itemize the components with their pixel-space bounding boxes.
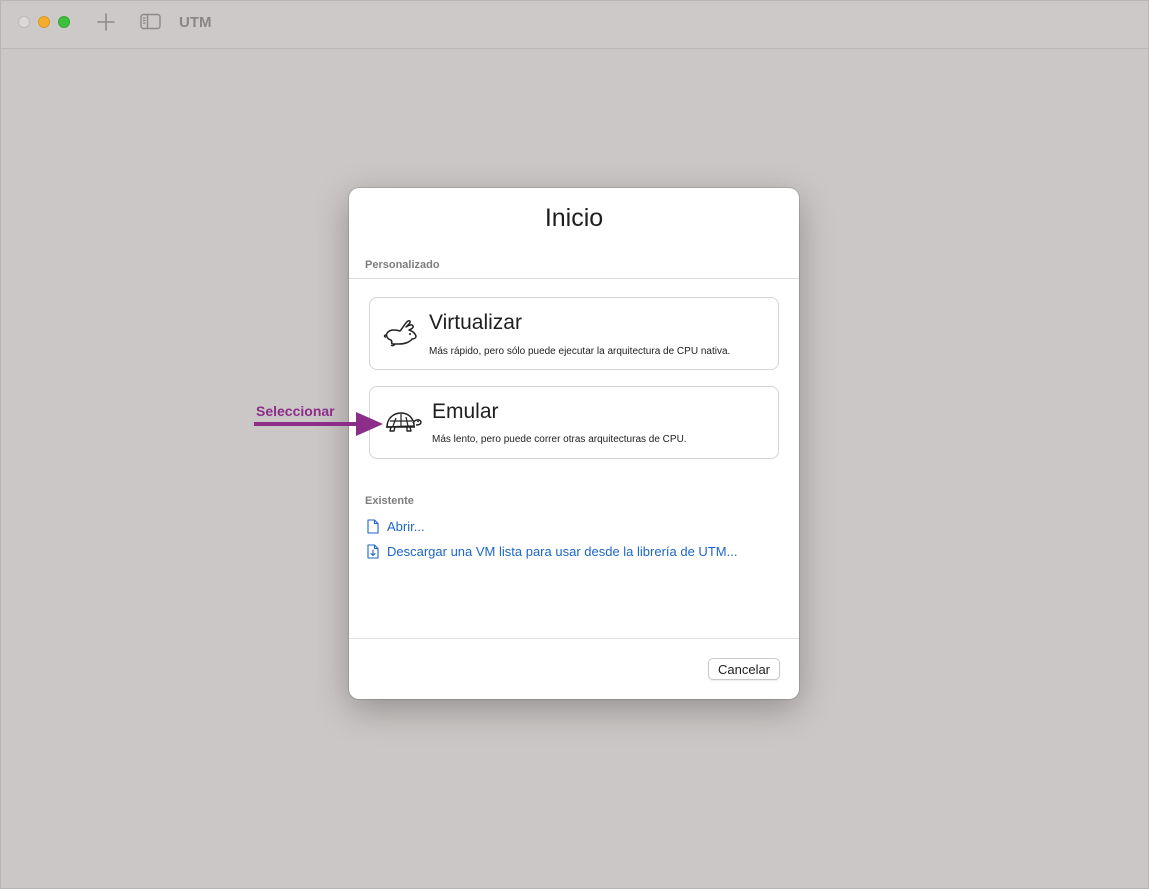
maximize-window-button[interactable]: [58, 16, 70, 28]
open-link-label: Abrir...: [387, 519, 425, 534]
titlebar: UTM: [1, 1, 1148, 49]
cancel-button[interactable]: Cancelar: [708, 658, 780, 680]
window-title: UTM: [179, 14, 212, 31]
document-download-icon: [367, 544, 379, 559]
virtualize-title: Virtualizar: [429, 311, 522, 334]
virtualize-description: Más rápido, pero sólo puede ejecutar la …: [429, 346, 731, 357]
tortoise-icon: [383, 407, 423, 440]
minimize-window-button[interactable]: [38, 16, 50, 28]
document-icon: [367, 519, 379, 534]
emulate-title: Emular: [432, 400, 499, 423]
existing-section-label: Existente: [365, 495, 414, 507]
hare-icon: [383, 318, 419, 353]
annotation-arrow-icon: [254, 412, 383, 436]
plus-icon[interactable]: [96, 12, 116, 37]
sidebar-toggle-icon[interactable]: [140, 13, 162, 36]
download-vm-link-label: Descargar una VM lista para usar desde l…: [387, 544, 738, 559]
emulate-description: Más lento, pero puede correr otras arqui…: [432, 434, 687, 445]
emulate-option-button[interactable]: Emular Más lento, pero puede correr otra…: [369, 386, 779, 459]
app-window: UTM Inicio Personalizado Virtualizar Más…: [0, 0, 1149, 889]
start-dialog: Inicio Personalizado Virtualizar Más ráp…: [349, 188, 799, 699]
virtualize-option-button[interactable]: Virtualizar Más rápido, pero sólo puede …: [369, 297, 779, 370]
custom-section-label: Personalizado: [365, 259, 440, 271]
footer-divider: [349, 638, 799, 639]
dialog-title: Inicio: [544, 204, 604, 232]
section-divider: [349, 278, 799, 279]
close-window-button[interactable]: [18, 16, 30, 28]
